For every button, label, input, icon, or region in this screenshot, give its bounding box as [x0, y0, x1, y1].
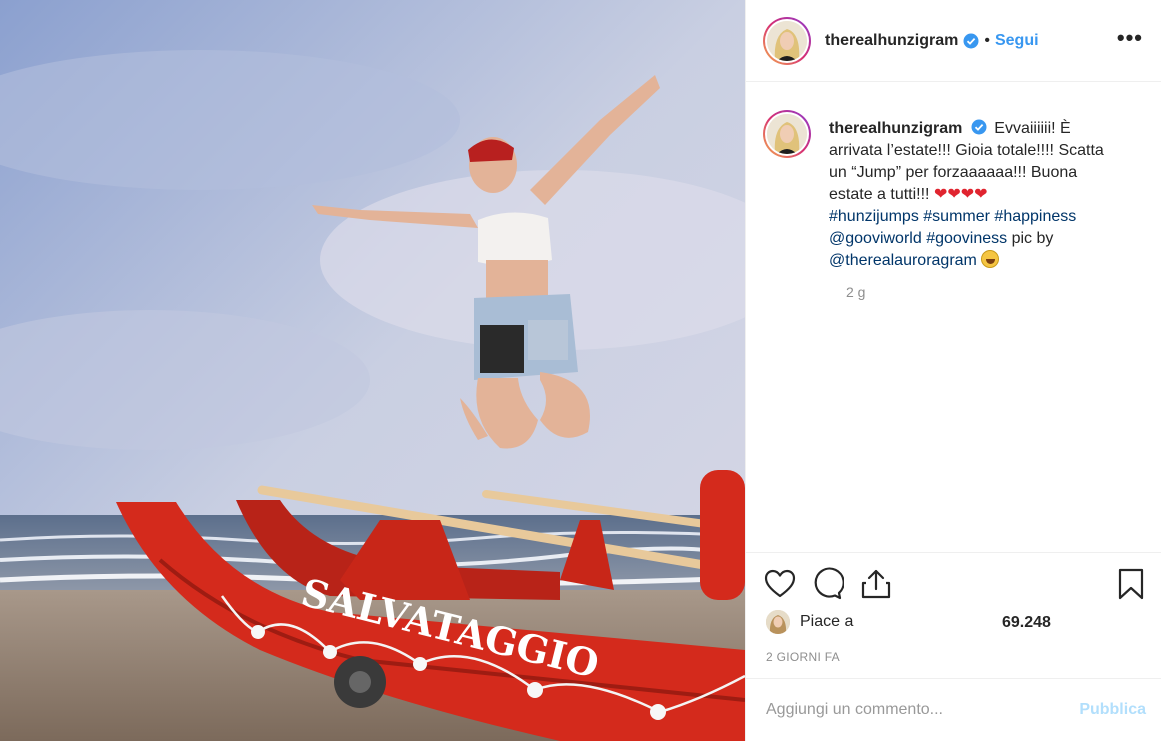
post-sidebar: therealhunzigram • Segui ••• therealhunz…: [745, 0, 1161, 741]
post-photo[interactable]: SALVATAGGIO: [0, 0, 745, 741]
caption-timestamp[interactable]: 2 g: [846, 284, 1146, 300]
caption-verified-badge-icon: [971, 119, 987, 135]
hashtag-link[interactable]: #happiness: [994, 208, 1076, 225]
post-header: therealhunzigram • Segui •••: [746, 0, 1161, 82]
hashtag-link[interactable]: #gooviness: [926, 230, 1007, 247]
photographer-mention-link[interactable]: @therealauroragram: [829, 252, 977, 269]
comments-section: therealhunzigram Evvaiiiiii! È arrivata …: [746, 84, 1161, 552]
likes-row: Piace a 69.248: [766, 610, 1051, 634]
add-comment-section: Pubblica: [746, 678, 1161, 741]
laughing-emoji-icon: [980, 250, 999, 268]
share-icon[interactable]: [859, 567, 893, 601]
beach-jump-photo: SALVATAGGIO: [0, 0, 745, 741]
bookmark-icon[interactable]: [1114, 567, 1148, 601]
comment-input[interactable]: [766, 701, 1080, 719]
pic-by-text: pic by: [1011, 230, 1054, 247]
avatar-photo: [767, 20, 807, 61]
author-username[interactable]: therealhunzigram: [825, 32, 958, 50]
instagram-post: SALVATAGGIO therealhunzigram • Segui •••…: [0, 0, 1161, 741]
caption-text: therealhunzigram Evvaiiiiii! È arrivata …: [829, 118, 1119, 272]
caption-row: therealhunzigram Evvaiiiiii! È arrivata …: [763, 110, 1146, 272]
follow-button[interactable]: Segui: [995, 32, 1039, 50]
hearts-emoji: ❤❤❤❤: [933, 186, 988, 203]
action-bar: [746, 552, 1161, 612]
mention-link[interactable]: @gooviworld: [829, 230, 922, 247]
caption-avatar[interactable]: [763, 110, 811, 158]
more-options-icon[interactable]: •••: [1117, 27, 1143, 49]
separator-dot: •: [984, 31, 990, 49]
heart-icon[interactable]: [763, 567, 797, 601]
liked-by-label: Piace a: [800, 613, 854, 630]
publish-button[interactable]: Pubblica: [1079, 701, 1146, 719]
hashtag-link[interactable]: #summer: [923, 208, 990, 225]
likes-count[interactable]: 69.248: [1002, 614, 1051, 632]
hashtag-link[interactable]: #hunzijumps: [829, 208, 919, 225]
caption-username[interactable]: therealhunzigram: [829, 120, 962, 137]
verified-badge-icon: [963, 33, 979, 48]
liker-avatar[interactable]: [766, 610, 790, 634]
comment-icon[interactable]: [810, 567, 844, 601]
caption-avatar-photo: [767, 114, 807, 154]
author-avatar[interactable]: [763, 16, 811, 65]
post-date[interactable]: 2 GIORNI FA: [766, 650, 840, 664]
